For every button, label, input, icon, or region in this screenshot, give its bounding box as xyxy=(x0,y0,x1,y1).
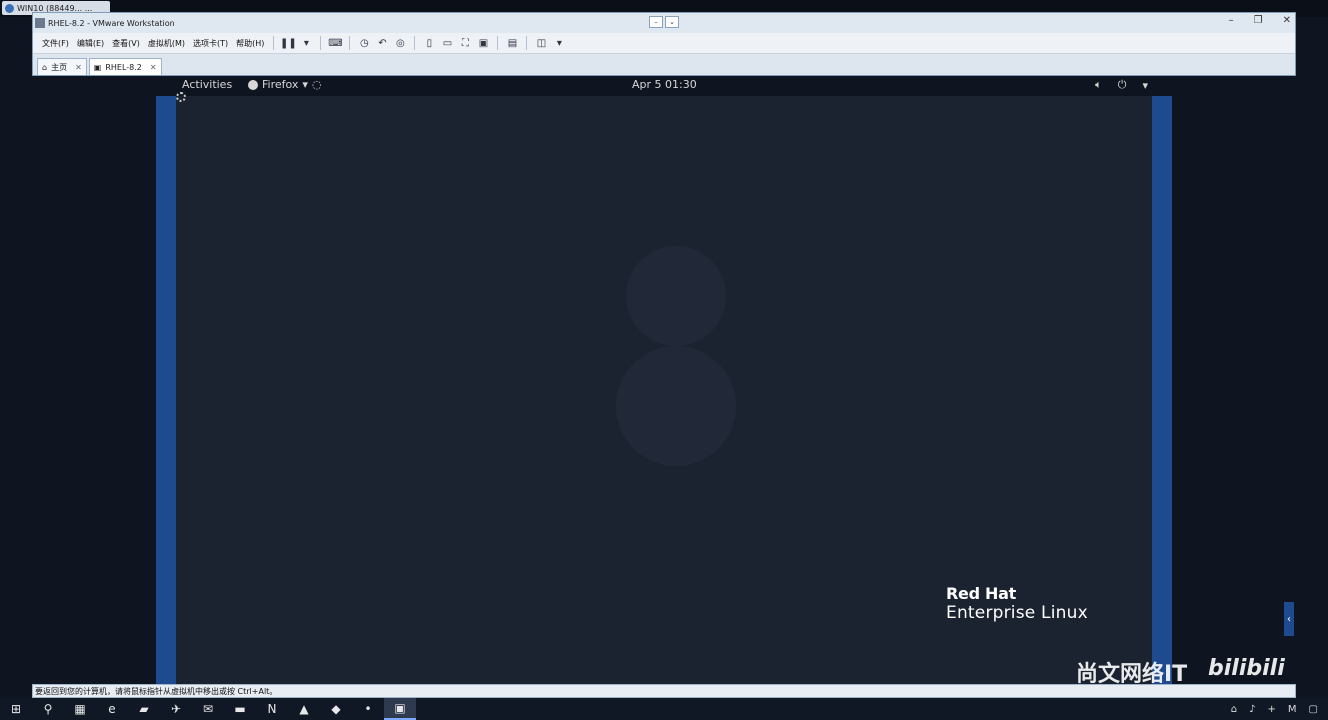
search-icon[interactable]: ⚲ xyxy=(32,698,64,720)
vmware-window: RHEL-8.2 - VMware Workstation – ⌄ – ❐ ✕ … xyxy=(32,12,1296,76)
remote-controls: – ⌄ xyxy=(649,16,679,28)
close-icon[interactable]: ✕ xyxy=(150,63,157,72)
menu-tabs[interactable]: 选项卡(T) xyxy=(190,36,231,51)
snapshot-icon[interactable]: ◷ xyxy=(356,36,372,50)
tab-label: 主页 xyxy=(51,62,68,72)
brand-line2: Enterprise Linux xyxy=(946,603,1088,623)
right-accent-bar xyxy=(1152,96,1172,684)
tab-rhel[interactable]: ▣ RHEL-8.2 ✕ xyxy=(88,58,162,75)
taskbar-tray: ⌂ ♪ + M ▢ xyxy=(1231,698,1318,720)
toolbar-separator xyxy=(497,36,499,50)
minimize-remote-button[interactable]: – xyxy=(649,16,663,28)
chevron-down-icon: ▾ xyxy=(302,78,308,91)
toolbar-separator xyxy=(320,36,322,50)
dropdown-icon[interactable]: ▾ xyxy=(551,36,567,50)
volume-icon: 🔈︎ xyxy=(1095,78,1102,91)
wallpaper-8-graphic xyxy=(616,246,736,476)
window-controls: – ❐ ✕ xyxy=(1229,15,1291,26)
toolbar-separator xyxy=(273,36,275,50)
menu-view[interactable]: 查看(V) xyxy=(109,36,143,51)
menu-edit[interactable]: 编辑(E) xyxy=(74,36,107,51)
unity-icon[interactable]: ▣ xyxy=(475,36,491,50)
vmware-icon[interactable]: ▣ xyxy=(384,698,416,720)
app-menu-label: Firefox xyxy=(262,78,299,91)
home-icon: ⌂ xyxy=(42,62,48,72)
menu-vm[interactable]: 虚拟机(M) xyxy=(145,36,188,51)
app4-icon[interactable]: • xyxy=(352,698,384,720)
user-icon xyxy=(5,3,14,13)
tab-label: RHEL-8.2 xyxy=(105,62,142,72)
wallpaper: Red Hat Enterprise Linux xyxy=(176,96,1152,684)
vm-icon: ▣ xyxy=(93,62,102,72)
pause-icon[interactable]: ❚❚ xyxy=(280,36,297,50)
activities-button[interactable]: Activities xyxy=(182,78,232,91)
restore-button[interactable]: ❐ xyxy=(1254,15,1263,26)
watermark-text: 尚文网络IT xyxy=(1076,662,1188,687)
edge-icon[interactable]: e xyxy=(96,698,128,720)
toolbar-separator xyxy=(526,36,528,50)
windows-taskbar: ⊞ ⚲ ▦ e ▰ ✈ ✉ ▬ N ▲ ◆ • ▣ ⌂ ♪ + M ▢ xyxy=(0,698,1328,720)
app2-icon[interactable]: ▲ xyxy=(288,698,320,720)
fit-guest-icon[interactable]: ▯ xyxy=(421,36,437,50)
system-tray[interactable]: 🔈︎ ⏻ ▾ xyxy=(1095,78,1148,92)
vmware-menubar: 文件(F) 编辑(E) 查看(V) 虚拟机(M) 选项卡(T) 帮助(H) ❚❚… xyxy=(33,33,1295,54)
ime-icon[interactable]: M xyxy=(1288,704,1297,715)
power-icon: ⏻ xyxy=(1117,78,1127,91)
wallpaper-shape xyxy=(616,346,736,466)
console-icon[interactable]: ▤ xyxy=(504,36,520,50)
volume-icon[interactable]: ♪ xyxy=(1249,704,1255,715)
status-text: 要返回到您的计算机，请将鼠标指针从虚拟机中移出或按 Ctrl+Alt。 xyxy=(35,686,278,696)
close-icon[interactable]: ✕ xyxy=(75,63,82,72)
app-menu[interactable]: Firefox ▾ ◌ xyxy=(248,78,322,91)
clock[interactable]: Apr 5 01:30 xyxy=(632,78,697,91)
app-icon[interactable]: ▰ xyxy=(128,698,160,720)
chevron-left-icon[interactable]: ‹ xyxy=(1284,602,1294,636)
firefox-icon xyxy=(248,79,258,90)
app3-icon[interactable]: ◆ xyxy=(320,698,352,720)
notification-icon[interactable]: ▢ xyxy=(1309,704,1318,715)
chevron-down-icon: ▾ xyxy=(1142,78,1148,92)
send-keys-icon[interactable]: ⌨ xyxy=(327,36,343,50)
chevron-down-icon[interactable]: ⌄ xyxy=(665,16,679,28)
toolbar-separator xyxy=(414,36,416,50)
full-screen-icon[interactable]: ⛶ xyxy=(457,36,473,50)
start-icon[interactable]: ⊞ xyxy=(0,698,32,720)
dropdown-icon[interactable]: ▾ xyxy=(298,36,314,50)
toolbar-separator xyxy=(349,36,351,50)
vmware-logo-icon xyxy=(35,18,45,28)
loading-icon: ◌ xyxy=(311,78,322,91)
left-accent-bar xyxy=(156,96,176,684)
brand-line1: Red Hat xyxy=(946,584,1016,603)
folder-icon[interactable]: ▬ xyxy=(224,698,256,720)
snapshot-manager-icon[interactable]: ◎ xyxy=(392,36,408,50)
redhat-brand: Red Hat Enterprise Linux xyxy=(946,584,1088,623)
close-button[interactable]: ✕ xyxy=(1283,15,1291,26)
plus-icon[interactable]: + xyxy=(1268,704,1276,715)
menu-help[interactable]: 帮助(H) xyxy=(233,36,267,51)
desktop-background[interactable]: Red Hat Enterprise Linux xyxy=(156,96,1172,684)
mail-icon[interactable]: ✉ xyxy=(192,698,224,720)
minimize-button[interactable]: – xyxy=(1229,15,1234,26)
busy-cursor-icon xyxy=(176,92,186,102)
stretch-icon[interactable]: ◫ xyxy=(533,36,549,50)
fit-window-icon[interactable]: ▭ xyxy=(439,36,455,50)
thunderbird-icon[interactable]: ✈ xyxy=(160,698,192,720)
vmware-title: RHEL-8.2 - VMware Workstation xyxy=(48,18,175,28)
tab-home[interactable]: ⌂ 主页 ✕ xyxy=(37,58,87,75)
menu-file[interactable]: 文件(F) xyxy=(39,36,72,51)
task-view-icon[interactable]: ▦ xyxy=(64,698,96,720)
bilibili-logo: bilibili xyxy=(1208,656,1285,681)
guest-display[interactable]: Activities Firefox ▾ ◌ Apr 5 01:30 🔈︎ ⏻ … xyxy=(32,76,1296,684)
network-icon[interactable]: ⌂ xyxy=(1231,704,1237,715)
onenote-icon[interactable]: N xyxy=(256,698,288,720)
gnome-top-bar: Activities Firefox ▾ ◌ Apr 5 01:30 🔈︎ ⏻ … xyxy=(156,76,1172,96)
vmware-titlebar: RHEL-8.2 - VMware Workstation – ⌄ – ❐ ✕ xyxy=(33,13,1295,33)
vmware-tabbar: ⌂ 主页 ✕ ▣ RHEL-8.2 ✕ xyxy=(33,54,1295,75)
wallpaper-shape xyxy=(626,246,726,346)
revert-icon[interactable]: ↶ xyxy=(374,36,390,50)
